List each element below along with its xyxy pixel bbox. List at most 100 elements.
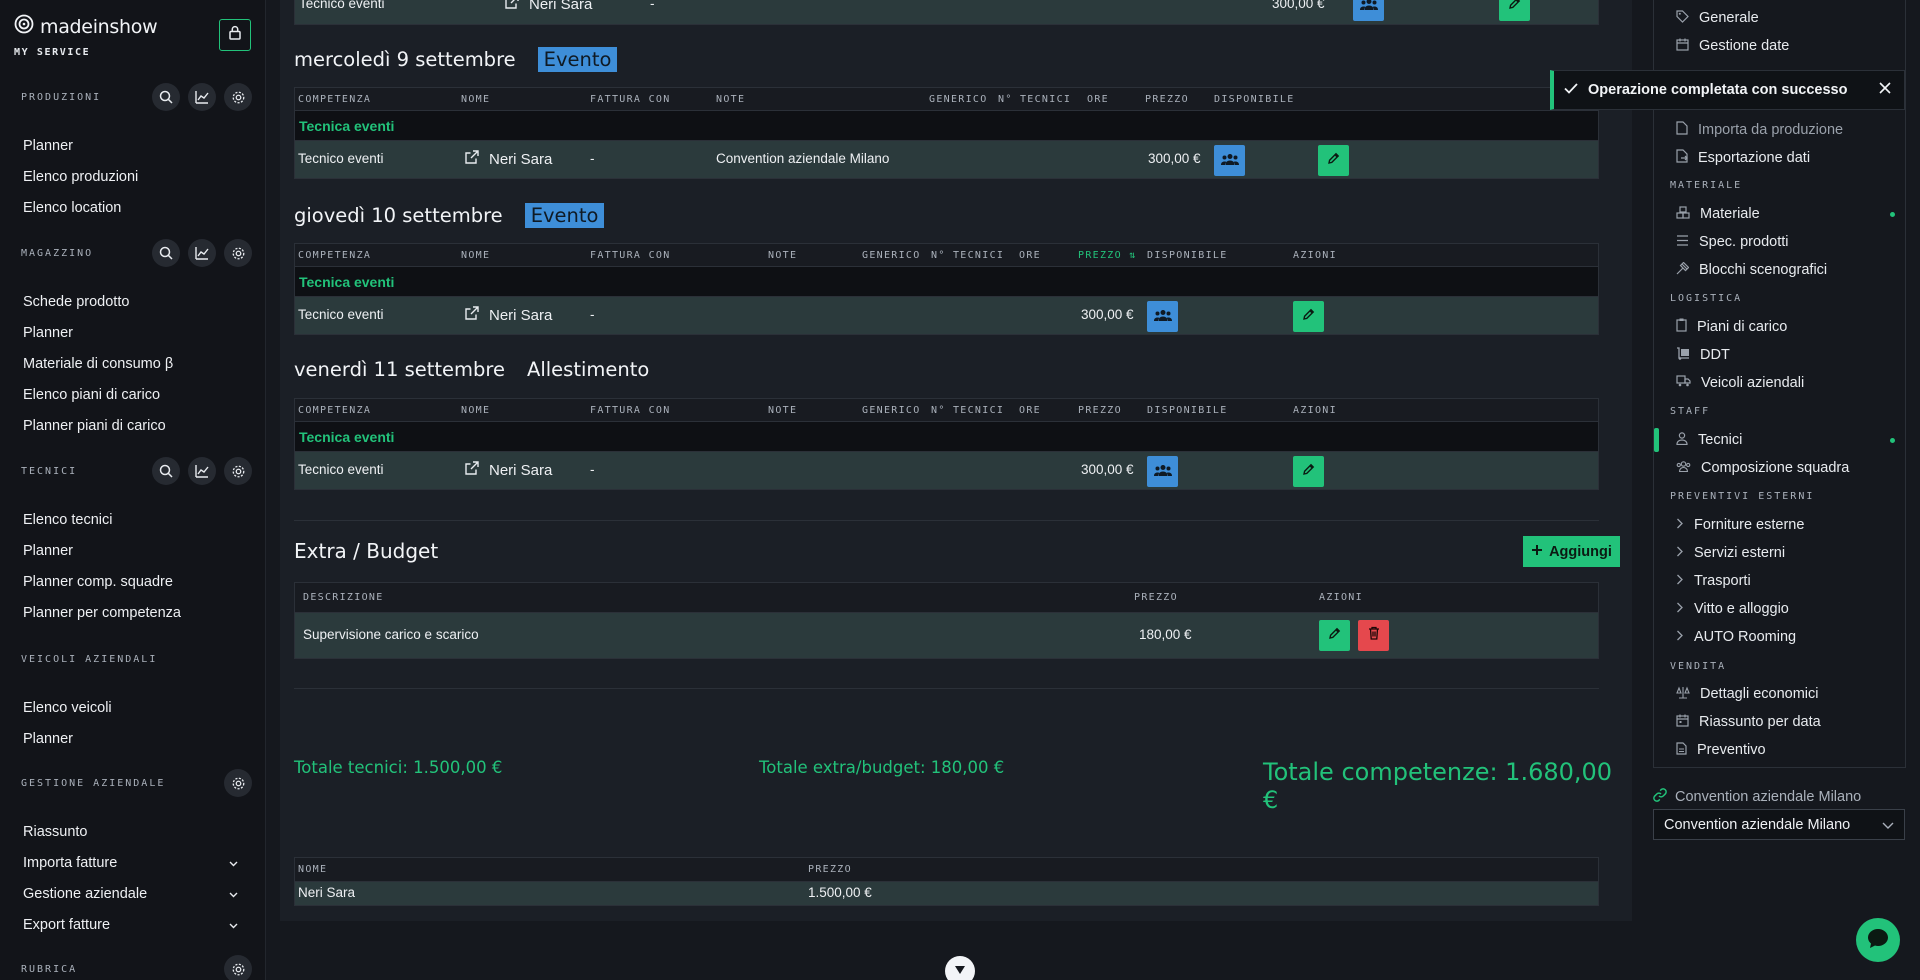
gear-icon[interactable] (224, 239, 252, 267)
delete-button[interactable] (1358, 620, 1389, 651)
nav-item-riassunto[interactable]: Riassunto (0, 816, 265, 847)
nav-item-planner[interactable]: Planner (0, 317, 265, 348)
day-heading: giovedì 10 settembre Evento (294, 203, 605, 228)
gear-icon[interactable] (224, 955, 252, 980)
chart-icon[interactable] (188, 239, 216, 267)
nav-section-label: GESTIONE AZIENDALE (21, 777, 166, 789)
sort-icon: ⇅ (1129, 250, 1137, 261)
team-button[interactable] (1353, 0, 1384, 21)
rnav-esportazione-dati[interactable]: Esportazione dati (1654, 144, 1905, 172)
rnav-gestione-date[interactable]: Gestione date (1654, 32, 1905, 60)
nav-item-elenco-produzioni[interactable]: Elenco produzioni (0, 161, 265, 192)
nav-item-gestione-aziendale[interactable]: Gestione aziendale (0, 878, 265, 909)
edit-button[interactable] (1499, 0, 1530, 21)
edit-button[interactable] (1319, 620, 1350, 651)
group-row: Tecnica eventi (295, 111, 1598, 141)
chevron-right-icon (1676, 601, 1684, 617)
rnav-materiale[interactable]: Materiale (1654, 200, 1905, 228)
nav-item-planner[interactable]: Planner (0, 130, 265, 161)
day-table: COMPETENZA NOME FATTURA CON NOTE GENERIC… (294, 398, 1599, 490)
rnav-preventivo[interactable]: Preventivo (1654, 736, 1905, 764)
nav-item-elenco-location[interactable]: Elenco location (0, 192, 265, 223)
logo-icon (14, 14, 34, 39)
brand-subtitle: MY SERVICE (14, 47, 91, 58)
nav-item-export-fatture[interactable]: Export fatture (0, 909, 265, 940)
rnav-dettagli-economici[interactable]: Dettagli economici (1654, 680, 1905, 708)
gear-icon[interactable] (224, 769, 252, 797)
external-link-icon[interactable] (465, 461, 479, 479)
rnav-piani-carico[interactable]: Piani di carico (1654, 313, 1905, 341)
brand[interactable]: madeinshow MY SERVICE (14, 14, 158, 58)
rnav-generale[interactable]: Generale (1654, 4, 1905, 32)
nav-item-planner-piani-carico[interactable]: Planner piani di carico (0, 410, 265, 441)
external-link-icon[interactable] (465, 150, 479, 168)
day-heading: venerdì 11 settembre Allestimento (294, 358, 649, 381)
project-select[interactable]: Convention aziendale Milano (1653, 809, 1905, 840)
team-button[interactable] (1147, 301, 1178, 332)
rnav-spec-prodotti[interactable]: Spec. prodotti (1654, 228, 1905, 256)
chat-button[interactable] (1856, 918, 1900, 962)
search-icon[interactable] (152, 457, 180, 485)
team-button[interactable] (1147, 456, 1178, 487)
rnav-composizione-squadra[interactable]: Composizione squadra (1654, 454, 1905, 482)
rnav-vitto-alloggio[interactable]: Vitto e alloggio (1654, 595, 1905, 623)
gear-icon[interactable] (224, 457, 252, 485)
section-nav-panel: Generale Gestione date Importa da produz… (1653, 0, 1906, 768)
nav-item-planner[interactable]: Planner (0, 535, 265, 566)
chevron-right-icon (1676, 629, 1684, 645)
rnav-servizi-esterni[interactable]: Servizi esterni (1654, 539, 1905, 567)
project-link[interactable]: Convention aziendale Milano (1653, 788, 1861, 806)
nav-item-schede-prodotto[interactable]: Schede prodotto (0, 286, 265, 317)
rnav-riassunto-data[interactable]: Riassunto per data (1654, 708, 1905, 736)
day-date: venerdì 11 settembre (294, 358, 505, 381)
rnav-forniture-esterne[interactable]: Forniture esterne (1654, 511, 1905, 539)
gear-icon[interactable] (224, 83, 252, 111)
nav-item-elenco-veicoli[interactable]: Elenco veicoli (0, 692, 265, 723)
rnav-trasporti[interactable]: Trasporti (1654, 567, 1905, 595)
status-dot (1890, 438, 1895, 443)
rnav-ddt[interactable]: DDT (1654, 341, 1905, 369)
rnav-auto-rooming[interactable]: AUTO Rooming (1654, 623, 1905, 651)
external-link-icon[interactable] (505, 0, 519, 13)
external-link-icon[interactable] (465, 306, 479, 324)
day-table: COMPETENZA NOME FATTURA CON NOTE GENERIC… (294, 87, 1599, 179)
table-row: Tecnico eventi Neri Sara - 300,00 € (295, 297, 1598, 334)
close-icon[interactable] (1878, 81, 1892, 99)
table-header: COMPETENZA NOME FATTURA CON NOTE GENERIC… (295, 244, 1598, 267)
nav-section-veicoli: VEICOLI AZIENDALI Elenco veicoli Planner (0, 642, 265, 754)
nav-item-planner[interactable]: Planner (0, 723, 265, 754)
edit-button[interactable] (1293, 301, 1324, 332)
plus-icon (1531, 544, 1543, 560)
nav-item-planner-comp-squadre[interactable]: Planner comp. squadre (0, 566, 265, 597)
search-icon[interactable] (152, 239, 180, 267)
rnav-veicoli-aziendali[interactable]: Veicoli aziendali (1654, 369, 1905, 397)
rnav-tecnici[interactable]: Tecnici (1654, 426, 1905, 454)
chart-icon[interactable] (188, 83, 216, 111)
edit-button[interactable] (1293, 456, 1324, 487)
file-export-icon (1676, 149, 1688, 167)
lock-button[interactable] (219, 19, 251, 51)
table-row: Tecnico eventi Neri Sara - 300,00 € (295, 452, 1598, 489)
rnav-blocchi-scenografici[interactable]: Blocchi scenografici (1654, 256, 1905, 284)
nav-item-importa-fatture[interactable]: Importa fatture (0, 847, 265, 878)
rnav-importa-produzione[interactable]: Importa da produzione (1654, 116, 1905, 144)
scroll-down-button[interactable] (945, 956, 975, 980)
nav-item-piani-carico[interactable]: Elenco piani di carico (0, 379, 265, 410)
edit-button[interactable] (1318, 145, 1349, 176)
sort-column-prezzo[interactable]: PREZZO ⇅ (1078, 250, 1137, 261)
search-icon[interactable] (152, 83, 180, 111)
extra-budget-title: Extra / Budget (294, 539, 439, 563)
nav-item-elenco-tecnici[interactable]: Elenco tecnici (0, 504, 265, 535)
dolly-icon (1676, 346, 1690, 364)
nav-item-planner-competenza[interactable]: Planner per competenza (0, 597, 265, 628)
nav-item-materiale-consumo[interactable]: Materiale di consumo β (0, 348, 265, 379)
chart-icon[interactable] (188, 457, 216, 485)
pencil-icon (1302, 308, 1315, 326)
users-icon (1220, 152, 1239, 170)
team-button[interactable] (1214, 145, 1245, 176)
lock-icon (228, 25, 242, 45)
extra-table: DESCRIZIONE PREZZO AZIONI Supervisione c… (294, 582, 1599, 659)
success-toast: Operazione completata con successo (1550, 70, 1905, 110)
calendar-icon (1676, 38, 1689, 55)
add-button[interactable]: Aggiungi (1523, 536, 1620, 567)
